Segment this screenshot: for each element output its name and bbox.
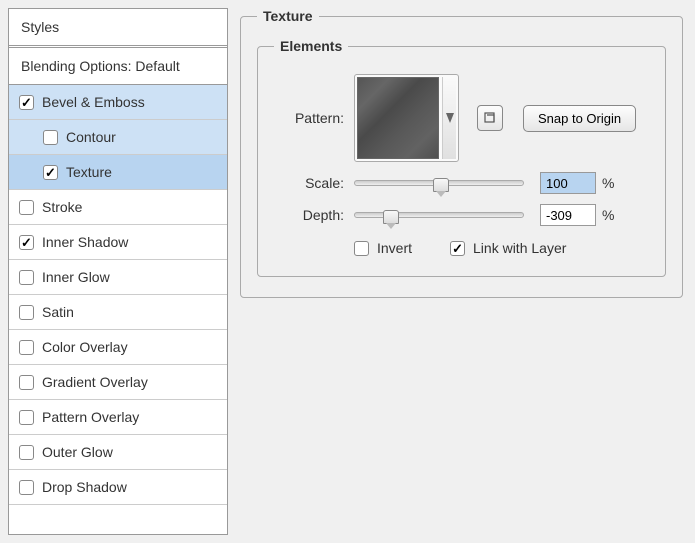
- pattern-dropdown-icon[interactable]: [442, 77, 456, 159]
- invert-checkbox[interactable]: [354, 241, 369, 256]
- scale-unit: %: [602, 175, 614, 191]
- pattern-swatch: [357, 77, 439, 159]
- styles-sidebar: Styles Blending Options: Default Bevel &…: [8, 8, 228, 535]
- new-preset-button[interactable]: [477, 105, 503, 131]
- style-checkbox[interactable]: [43, 165, 58, 180]
- new-preset-icon: [483, 111, 497, 125]
- style-item-bevel-emboss[interactable]: Bevel & Emboss: [9, 85, 227, 120]
- style-item-inner-shadow[interactable]: Inner Shadow: [9, 225, 227, 260]
- options-row: Invert Link with Layer: [274, 240, 649, 256]
- style-item-label: Satin: [42, 304, 74, 320]
- texture-fieldset: Texture Elements Pattern: Sna: [240, 8, 683, 298]
- link-with-layer-option[interactable]: Link with Layer: [450, 240, 566, 256]
- snap-to-origin-button[interactable]: Snap to Origin: [523, 105, 636, 132]
- scale-slider[interactable]: [354, 180, 524, 186]
- elements-legend: Elements: [274, 38, 348, 54]
- style-checkbox[interactable]: [43, 130, 58, 145]
- style-item-contour[interactable]: Contour: [9, 120, 227, 155]
- depth-label: Depth:: [274, 207, 344, 223]
- style-checkbox[interactable]: [19, 235, 34, 250]
- sidebar-title: Styles: [9, 9, 227, 48]
- texture-legend: Texture: [257, 8, 319, 24]
- style-item-color-overlay[interactable]: Color Overlay: [9, 330, 227, 365]
- elements-fieldset: Elements Pattern: Snap to Origin: [257, 38, 666, 277]
- style-item-label: Pattern Overlay: [42, 409, 139, 425]
- scale-label: Scale:: [274, 175, 344, 191]
- style-checkbox[interactable]: [19, 340, 34, 355]
- texture-panel: Texture Elements Pattern: Sna: [228, 0, 695, 543]
- scale-slider-thumb[interactable]: [433, 178, 449, 192]
- style-item-label: Inner Glow: [42, 269, 110, 285]
- depth-row: Depth: %: [274, 204, 649, 226]
- style-checkbox[interactable]: [19, 95, 34, 110]
- invert-label: Invert: [377, 240, 412, 256]
- style-item-label: Gradient Overlay: [42, 374, 148, 390]
- style-item-gradient-overlay[interactable]: Gradient Overlay: [9, 365, 227, 400]
- pattern-row: Pattern: Snap to Origin: [274, 74, 649, 162]
- style-item-label: Contour: [66, 129, 116, 145]
- depth-slider-thumb[interactable]: [383, 210, 399, 224]
- style-checkbox[interactable]: [19, 200, 34, 215]
- style-checkbox[interactable]: [19, 305, 34, 320]
- style-item-label: Texture: [66, 164, 112, 180]
- style-item-label: Stroke: [42, 199, 82, 215]
- scale-row: Scale: %: [274, 172, 649, 194]
- style-item-texture[interactable]: Texture: [9, 155, 227, 190]
- link-with-layer-label: Link with Layer: [473, 240, 566, 256]
- pattern-label: Pattern:: [274, 110, 344, 126]
- style-item-drop-shadow[interactable]: Drop Shadow: [9, 470, 227, 505]
- style-item-label: Drop Shadow: [42, 479, 127, 495]
- style-item-inner-glow[interactable]: Inner Glow: [9, 260, 227, 295]
- style-item-label: Bevel & Emboss: [42, 94, 145, 110]
- style-checkbox[interactable]: [19, 375, 34, 390]
- blending-options-header[interactable]: Blending Options: Default: [9, 48, 227, 85]
- style-item-satin[interactable]: Satin: [9, 295, 227, 330]
- style-checkbox[interactable]: [19, 270, 34, 285]
- style-item-pattern-overlay[interactable]: Pattern Overlay: [9, 400, 227, 435]
- style-checkbox[interactable]: [19, 445, 34, 460]
- style-item-label: Inner Shadow: [42, 234, 128, 250]
- invert-option[interactable]: Invert: [354, 240, 412, 256]
- style-item-outer-glow[interactable]: Outer Glow: [9, 435, 227, 470]
- link-with-layer-checkbox[interactable]: [450, 241, 465, 256]
- scale-input[interactable]: [540, 172, 596, 194]
- style-item-stroke[interactable]: Stroke: [9, 190, 227, 225]
- depth-input[interactable]: [540, 204, 596, 226]
- style-checkbox[interactable]: [19, 410, 34, 425]
- style-item-label: Color Overlay: [42, 339, 128, 355]
- depth-slider[interactable]: [354, 212, 524, 218]
- pattern-picker[interactable]: [354, 74, 459, 162]
- style-item-label: Outer Glow: [42, 444, 113, 460]
- style-checkbox[interactable]: [19, 480, 34, 495]
- depth-unit: %: [602, 207, 614, 223]
